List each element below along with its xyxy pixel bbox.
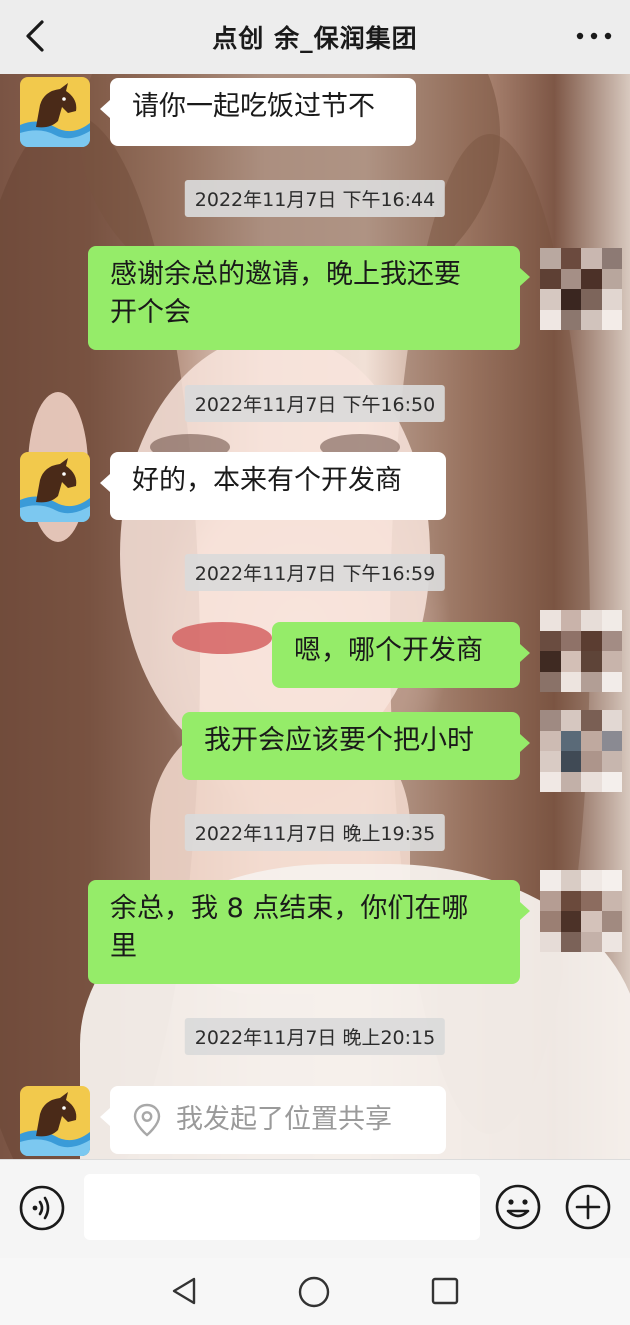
system-nav-bar	[0, 1258, 630, 1325]
chat-header: 点创 余_保润集团	[0, 0, 630, 74]
message-bubble[interactable]: 嗯，哪个开发商	[272, 622, 530, 688]
message-text-line: 里	[110, 931, 137, 962]
input-bar	[0, 1159, 630, 1258]
chevron-left-icon[interactable]	[14, 14, 58, 58]
location-share-bubble[interactable]: 我发起了位置共享	[100, 1086, 446, 1154]
timestamp: 2022年11月7日 晚上19:35	[184, 814, 446, 851]
location-pin-icon	[133, 1103, 161, 1137]
message-text-line: 感谢余总的邀请，晚上我还要	[110, 259, 461, 290]
timestamp: 2022年11月7日 下午16:59	[184, 554, 446, 591]
message-bubble[interactable]: 感谢余总的邀请，晚上我还要 开个会	[88, 246, 530, 350]
timestamp: 2022年11月7日 下午16:50	[184, 385, 446, 422]
emoji-icon[interactable]	[494, 1183, 542, 1231]
timestamp: 2022年11月7日 晚上20:15	[184, 1018, 446, 1055]
more-dots-icon[interactable]	[574, 24, 614, 48]
horse-avatar-icon	[20, 452, 90, 522]
avatar-pixelated[interactable]	[540, 710, 622, 792]
voice-icon[interactable]	[18, 1184, 66, 1232]
avatar[interactable]	[20, 452, 90, 522]
horse-avatar-icon	[20, 77, 90, 147]
location-share-text: 我发起了位置共享	[176, 1104, 392, 1135]
avatar-pixelated[interactable]	[540, 870, 622, 952]
plus-icon[interactable]	[564, 1183, 612, 1231]
avatar-pixelated[interactable]	[540, 248, 622, 330]
message-bubble[interactable]: 余总，我 8 点结束，你们在哪 里	[88, 880, 530, 984]
chat-title: 点创 余_保润集团	[212, 24, 418, 53]
avatar-pixelated[interactable]	[540, 610, 622, 692]
message-text-line: 余总，我 8 点结束，你们在哪	[110, 893, 469, 924]
message-text-line: 开个会	[110, 297, 191, 328]
timestamp: 2022年11月7日 下午16:44	[184, 180, 446, 217]
nav-recent-apps-icon[interactable]	[428, 1274, 462, 1308]
message-bubble[interactable]: 我开会应该要个把小时	[182, 712, 530, 780]
avatar[interactable]	[20, 1086, 90, 1156]
chat-wallpaper	[0, 74, 630, 1159]
horse-avatar-icon	[20, 1086, 90, 1156]
message-bubble[interactable]: 好的，本来有个开发商	[100, 452, 446, 520]
avatar[interactable]	[20, 77, 90, 147]
message-input[interactable]	[84, 1174, 480, 1240]
nav-back-icon[interactable]	[168, 1274, 202, 1308]
message-bubble[interactable]: 请你一起吃饭过节不	[100, 78, 416, 146]
wallpaper-lips	[172, 622, 272, 654]
nav-home-icon[interactable]	[296, 1274, 332, 1310]
